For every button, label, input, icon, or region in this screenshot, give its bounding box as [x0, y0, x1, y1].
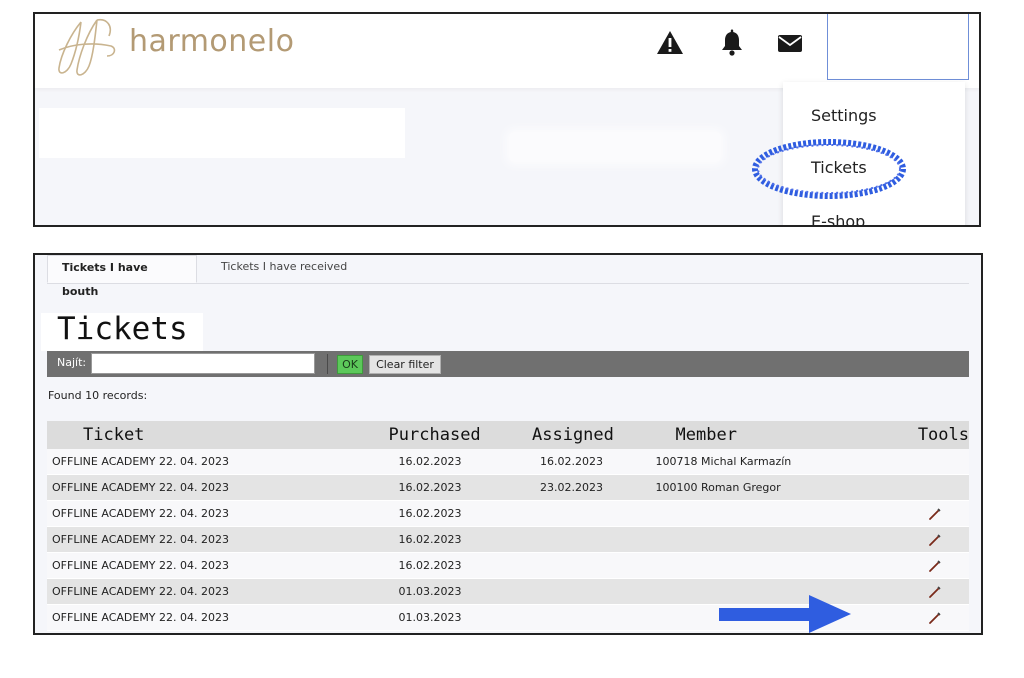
tab-tickets-bought[interactable]: Tickets I have bouth [47, 255, 197, 298]
mail-icon[interactable] [775, 28, 805, 58]
ok-button[interactable]: OK [337, 355, 363, 374]
user-dropdown-menu: Settings Tickets E-shop [783, 82, 965, 225]
search-input[interactable] [91, 353, 315, 374]
purchased-cell: 16.02.2023 [376, 526, 532, 553]
assigned-cell: 23.02.2023 [532, 474, 656, 501]
purchased-cell: 16.02.2023 [376, 474, 532, 501]
table-row: OFFLINE ACADEMY 22. 04. 2023 16.02.2023 [47, 526, 969, 553]
redacted-block [39, 108, 405, 158]
clear-filter-button[interactable]: Clear filter [369, 355, 441, 374]
member-cell: 100100 Roman Gregor [655, 474, 906, 501]
bottom-screenshot-panel: Tickets I have bouth Tickets I have rece… [33, 253, 983, 635]
ticket-cell: OFFLINE ACADEMY 22. 04. 2023 [47, 578, 377, 605]
column-header-assigned[interactable]: Assigned [532, 421, 656, 449]
table-row: OFFLINE ACADEMY 22. 04. 2023 16.02.2023 [47, 552, 969, 579]
ticket-cell: OFFLINE ACADEMY 22. 04. 2023 [47, 526, 377, 553]
user-profile-box[interactable] [827, 14, 969, 80]
menu-item-tickets[interactable]: Tickets [811, 158, 867, 177]
filter-divider [327, 354, 328, 374]
ticket-cell: OFFLINE ACADEMY 22. 04. 2023 [47, 474, 377, 501]
tools-cell [905, 552, 969, 579]
tools-cell [905, 604, 969, 631]
tab-strip: Tickets I have bouth Tickets I have rece… [47, 255, 969, 298]
column-header-tools: Tools [905, 421, 969, 449]
tab-tickets-received[interactable]: Tickets I have received [207, 255, 361, 283]
header-bar: harmonelo [35, 14, 979, 88]
member-cell [655, 526, 906, 553]
column-header-purchased[interactable]: Purchased [376, 421, 532, 449]
column-header-member[interactable]: Member [655, 421, 906, 449]
filter-bar: Najít: OK Clear filter [47, 351, 969, 377]
bell-icon[interactable] [717, 28, 747, 58]
assigned-cell [532, 526, 656, 553]
menu-item-settings[interactable]: Settings [811, 106, 877, 125]
member-cell [655, 500, 906, 527]
member-cell: 100718 Michal Karmazín [655, 449, 906, 475]
edit-icon[interactable] [928, 507, 942, 521]
table-row: OFFLINE ACADEMY 22. 04. 2023 16.02.2023 23… [47, 474, 969, 501]
table-row: OFFLINE ACADEMY 22. 04. 2023 16.02.2023 16… [47, 449, 969, 475]
top-screenshot-panel: harmonelo Settings Tickets E-shop [33, 12, 981, 227]
purchased-cell: 16.02.2023 [376, 500, 532, 527]
tools-cell [905, 474, 969, 501]
edit-icon[interactable] [928, 611, 942, 625]
page-title: Tickets [57, 311, 188, 347]
purchased-cell: 01.03.2023 [376, 578, 532, 605]
harmonelo-logo-icon[interactable] [53, 16, 119, 80]
assigned-cell [532, 552, 656, 579]
column-header-ticket[interactable]: Ticket [47, 421, 377, 449]
brand-name[interactable]: harmonelo [129, 24, 294, 59]
blurred-block [509, 132, 721, 162]
assigned-cell: 16.02.2023 [532, 449, 656, 475]
records-count: Found 10 records: [48, 389, 148, 402]
purchased-cell: 16.02.2023 [376, 449, 532, 475]
tools-cell [905, 578, 969, 605]
purchased-cell: 01.03.2023 [376, 604, 532, 631]
tools-cell [905, 500, 969, 527]
purchased-cell: 16.02.2023 [376, 552, 532, 579]
assigned-cell [532, 578, 656, 605]
arrow-annotation [719, 595, 851, 633]
ticket-cell: OFFLINE ACADEMY 22. 04. 2023 [47, 500, 377, 527]
ticket-cell: OFFLINE ACADEMY 22. 04. 2023 [47, 604, 377, 631]
member-cell [655, 552, 906, 579]
tools-cell [905, 526, 969, 553]
warning-icon[interactable] [655, 28, 685, 58]
ticket-cell: OFFLINE ACADEMY 22. 04. 2023 [47, 552, 377, 579]
ticket-cell: OFFLINE ACADEMY 22. 04. 2023 [47, 449, 377, 475]
edit-icon[interactable] [928, 533, 942, 547]
edit-icon[interactable] [928, 559, 942, 573]
table-row: OFFLINE ACADEMY 22. 04. 2023 16.02.2023 [47, 500, 969, 527]
tools-cell [905, 449, 969, 475]
edit-icon[interactable] [928, 585, 942, 599]
filter-label: Najít: [57, 356, 87, 369]
table-header-row: Ticket Purchased Assigned Member Tools [47, 421, 969, 449]
assigned-cell [532, 500, 656, 527]
assigned-cell [532, 604, 656, 631]
menu-item-eshop[interactable]: E-shop [811, 212, 865, 225]
